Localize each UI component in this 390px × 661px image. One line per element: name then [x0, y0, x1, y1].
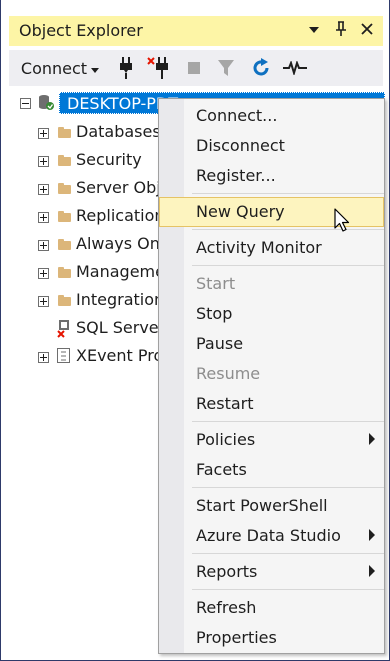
- folder-icon: [58, 295, 71, 306]
- folder-icon: [58, 127, 71, 138]
- submenu-arrow-icon: [369, 433, 375, 445]
- server-icon: [38, 94, 54, 114]
- menu-item-refresh[interactable]: Refresh: [159, 593, 384, 623]
- menu-item-policies[interactable]: Policies: [159, 425, 384, 455]
- tree-node-label[interactable]: XEvent Pro: [76, 346, 163, 365]
- close-icon[interactable]: [361, 23, 373, 39]
- activity-monitor-icon[interactable]: [281, 50, 309, 86]
- folder-icon: [58, 155, 71, 166]
- expand-icon[interactable]: [38, 212, 49, 223]
- menu-item-properties[interactable]: Properties: [159, 623, 384, 653]
- tree-node-label[interactable]: SQL Server: [76, 318, 165, 337]
- tree-node-label[interactable]: Always On: [76, 234, 160, 253]
- menu-item-label: Azure Data Studio: [196, 526, 341, 545]
- title-bar: Object Explorer: [9, 16, 383, 46]
- menu-item-label: Resume: [196, 364, 261, 383]
- menu-item-connect[interactable]: Connect...: [159, 101, 384, 131]
- stop-icon: [185, 50, 203, 86]
- connect-button[interactable]: Connect: [15, 50, 105, 86]
- expand-icon[interactable]: [38, 128, 49, 139]
- tree-node-label[interactable]: Databases: [76, 122, 161, 141]
- menu-separator: [192, 421, 384, 422]
- expand-icon[interactable]: [38, 268, 49, 279]
- menu-item-register[interactable]: Register...: [159, 161, 384, 191]
- menu-separator: [192, 553, 384, 554]
- submenu-arrow-icon: [369, 565, 375, 577]
- menu-separator: [192, 193, 384, 194]
- menu-separator: [192, 265, 384, 266]
- filter-icon: [215, 50, 237, 86]
- tree-node-label[interactable]: Security: [76, 150, 142, 169]
- expand-icon[interactable]: [38, 296, 49, 307]
- menu-item-label: Facets: [196, 460, 247, 479]
- xevent-icon: [57, 348, 71, 368]
- menu-item-label: New Query: [196, 202, 285, 221]
- menu-item-reports[interactable]: Reports: [159, 557, 384, 587]
- menu-item-label: Restart: [196, 394, 254, 413]
- mouse-cursor-icon: [334, 208, 352, 238]
- sql-agent-icon: [57, 320, 73, 342]
- panel-title: Object Explorer: [19, 21, 143, 40]
- disconnect-icon[interactable]: [145, 50, 173, 86]
- menu-item-label: Refresh: [196, 598, 257, 617]
- menu-item-label: Activity Monitor: [196, 238, 322, 257]
- chevron-down-icon[interactable]: [309, 22, 319, 38]
- refresh-icon[interactable]: [249, 50, 273, 86]
- tree-node-label[interactable]: Server Obj: [76, 178, 161, 197]
- menu-item-disconnect[interactable]: Disconnect: [159, 131, 384, 161]
- menu-item-stop[interactable]: Stop: [159, 299, 384, 329]
- tree-node-label[interactable]: Manageme: [76, 262, 165, 281]
- expand-icon[interactable]: [38, 156, 49, 167]
- expand-icon[interactable]: [38, 184, 49, 195]
- submenu-arrow-icon: [369, 529, 375, 541]
- connect-label: Connect: [20, 58, 88, 78]
- menu-item-azure-data-studio[interactable]: Azure Data Studio: [159, 521, 384, 551]
- menu-item-start: Start: [159, 269, 384, 299]
- menu-separator: [192, 589, 384, 590]
- menu-item-label: Start PowerShell: [196, 496, 328, 515]
- folder-icon: [58, 267, 71, 278]
- folder-icon: [58, 211, 71, 222]
- collapse-icon[interactable]: [20, 98, 31, 109]
- menu-item-label: Start: [196, 274, 236, 293]
- menu-item-label: Connect...: [196, 106, 278, 125]
- expand-icon[interactable]: [38, 240, 49, 251]
- folder-icon: [58, 239, 71, 250]
- object-explorer-panel: Object Explorer Connect DESKTOP-PDT Data…: [0, 0, 390, 661]
- toolbar: Connect: [9, 50, 383, 86]
- context-menu: Connect... Disconnect Register... New Query…: [158, 98, 385, 654]
- menu-item-label: Properties: [196, 628, 277, 647]
- menu-item-label: Disconnect: [196, 136, 285, 155]
- menu-item-pause[interactable]: Pause: [159, 329, 384, 359]
- menu-item-start-powershell[interactable]: Start PowerShell: [159, 491, 384, 521]
- tree-node-label[interactable]: Replication: [76, 206, 165, 225]
- menu-separator: [192, 229, 384, 230]
- pin-icon[interactable]: [335, 21, 347, 41]
- menu-item-label: Pause: [196, 334, 244, 353]
- menu-item-label: Stop: [196, 304, 233, 323]
- dropdown-arrow-icon: [91, 59, 100, 78]
- menu-item-restart[interactable]: Restart: [159, 389, 384, 419]
- menu-item-resume: Resume: [159, 359, 384, 389]
- menu-item-facets[interactable]: Facets: [159, 455, 384, 485]
- expand-icon[interactable]: [38, 352, 49, 363]
- connect-plug-icon[interactable]: [115, 50, 137, 86]
- menu-item-label: Register...: [196, 166, 276, 185]
- menu-item-label: Reports: [196, 562, 258, 581]
- folder-icon: [58, 183, 71, 194]
- menu-item-label: Policies: [196, 430, 256, 449]
- menu-separator: [192, 487, 384, 488]
- tree-node-label[interactable]: Integration: [76, 290, 164, 309]
